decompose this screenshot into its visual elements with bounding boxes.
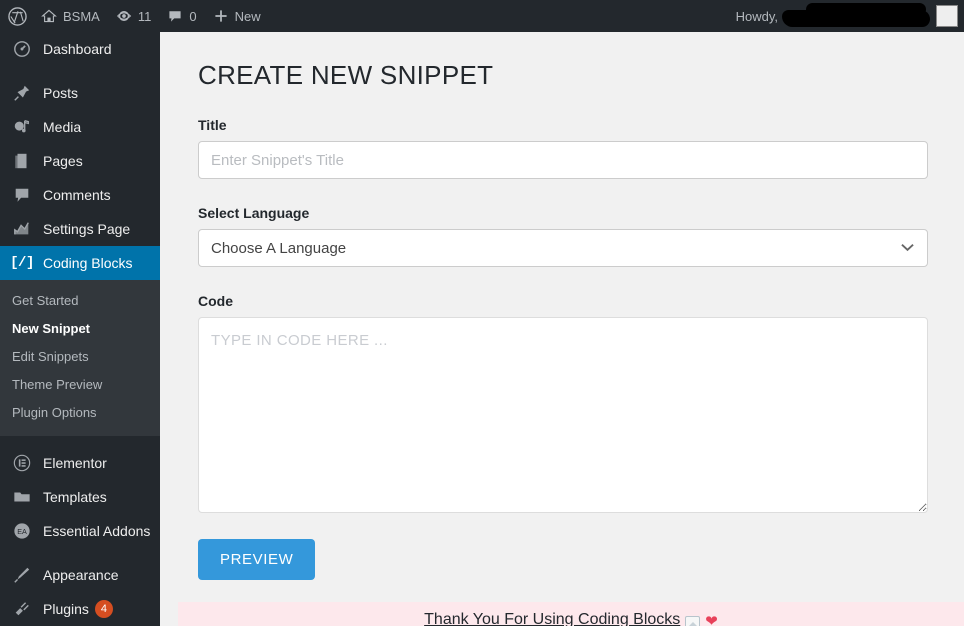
sidebar-item-coding-blocks[interactable]: [/] Coding Blocks	[0, 246, 160, 280]
sidebar-item-label: Plugins	[43, 601, 89, 617]
sidebar-item-label: Appearance	[43, 567, 119, 583]
sidebar-item-label: Coding Blocks	[43, 255, 133, 271]
code-field-label: Code	[198, 293, 233, 309]
wordpress-logo-button[interactable]	[0, 0, 33, 32]
sidebar-item-label: Posts	[43, 85, 79, 101]
sidebar-item-label: Elementor	[43, 455, 107, 471]
plug-icon	[10, 599, 34, 619]
folder-icon	[10, 487, 34, 507]
comment-bubble-icon	[10, 185, 34, 205]
submenu-item-theme-preview[interactable]: Theme Preview	[0, 371, 160, 399]
howdy-label: Howdy,	[735, 8, 778, 24]
pin-icon	[10, 83, 34, 103]
submenu-item-get-started[interactable]: Get Started	[0, 287, 160, 315]
heart-icon: ❤	[705, 613, 718, 626]
essential-addons-icon: EA	[10, 521, 34, 541]
submenu-item-edit-snippets[interactable]: Edit Snippets	[0, 343, 160, 371]
sidebar-item-label: Media	[43, 119, 82, 135]
dashboard-icon	[10, 39, 34, 59]
sidebar-item-templates[interactable]: Templates	[0, 480, 160, 514]
admin-sidebar: Dashboard Posts Media Pages Comments Set…	[0, 32, 160, 626]
sidebar-item-settings-page[interactable]: Settings Page	[0, 212, 160, 246]
footer-inner: Thank You For Using Coding Blocks ❤	[178, 602, 964, 626]
main-content: CREATE NEW SNIPPET Title Select Language…	[160, 32, 964, 626]
sidebar-item-plugins[interactable]: Plugins 4	[0, 592, 160, 626]
updates-button[interactable]: 11	[108, 0, 160, 32]
sidebar-item-label: Dashboard	[43, 41, 112, 57]
username-redacted	[782, 2, 930, 27]
plugins-update-badge: 4	[94, 600, 113, 618]
snippet-title-input[interactable]	[198, 141, 928, 179]
page-title: CREATE NEW SNIPPET	[198, 60, 494, 90]
language-field-label: Select Language	[198, 205, 310, 221]
sidebar-item-label: Comments	[43, 187, 111, 203]
site-name-label: BSMA	[63, 8, 100, 24]
language-select-value: Choose A Language	[211, 239, 347, 257]
new-content-button[interactable]: New	[205, 0, 269, 32]
code-brackets-icon: [/]	[10, 255, 34, 271]
sidebar-item-pages[interactable]: Pages	[0, 144, 160, 178]
admin-bar: BSMA 11 0 New Howdy,	[0, 0, 964, 32]
broken-image-icon	[685, 615, 701, 626]
preview-button[interactable]: PREVIEW	[198, 539, 316, 580]
snippet-code-textarea[interactable]	[198, 317, 928, 513]
coding-blocks-submenu: Get Started New Snippet Edit Snippets Th…	[0, 280, 160, 436]
comments-count: 0	[189, 8, 197, 24]
sidebar-item-label: Pages	[43, 153, 83, 169]
chart-icon	[10, 219, 34, 239]
new-content-label: New	[234, 8, 261, 24]
sidebar-item-label: Settings Page	[43, 221, 131, 237]
elementor-icon	[10, 453, 34, 473]
brush-icon	[10, 565, 34, 585]
comments-button[interactable]: 0	[159, 0, 204, 32]
updates-icon	[116, 8, 132, 24]
avatar-placeholder-icon	[936, 5, 958, 27]
language-select[interactable]: Choose A Language	[198, 229, 928, 267]
snippet-form: Title Select Language Choose A Language …	[160, 117, 964, 580]
comment-bubble-icon	[167, 8, 183, 24]
sidebar-item-label: Templates	[43, 489, 107, 505]
home-icon	[41, 8, 57, 24]
wordpress-logo-icon	[8, 6, 27, 26]
submenu-item-plugin-options[interactable]: Plugin Options	[0, 399, 160, 427]
sidebar-item-media[interactable]: Media	[0, 110, 160, 144]
plus-icon	[213, 8, 229, 24]
sidebar-item-dashboard[interactable]: Dashboard	[0, 32, 160, 66]
sidebar-item-essential-addons[interactable]: EA Essential Addons	[0, 514, 160, 548]
submenu-item-new-snippet[interactable]: New Snippet	[0, 315, 160, 343]
sidebar-item-appearance[interactable]: Appearance	[0, 558, 160, 592]
media-icon	[10, 117, 34, 137]
footer-thankyou-notice: Thank You For Using Coding Blocks ❤	[178, 602, 964, 626]
title-field-label: Title	[198, 117, 227, 133]
sidebar-item-label: Essential Addons	[43, 523, 151, 539]
footer-thankyou-text: Thank You For Using Coding Blocks	[424, 611, 681, 626]
pages-icon	[10, 151, 34, 171]
updates-count: 11	[137, 8, 152, 24]
language-select-wrapper: Choose A Language	[198, 229, 928, 267]
svg-text:EA: EA	[17, 527, 27, 536]
sidebar-item-comments[interactable]: Comments	[0, 178, 160, 212]
site-name-menu[interactable]: BSMA	[33, 0, 108, 32]
my-account-menu[interactable]: Howdy,	[736, 0, 964, 32]
sidebar-item-elementor[interactable]: Elementor	[0, 446, 160, 480]
sidebar-item-posts[interactable]: Posts	[0, 76, 160, 110]
